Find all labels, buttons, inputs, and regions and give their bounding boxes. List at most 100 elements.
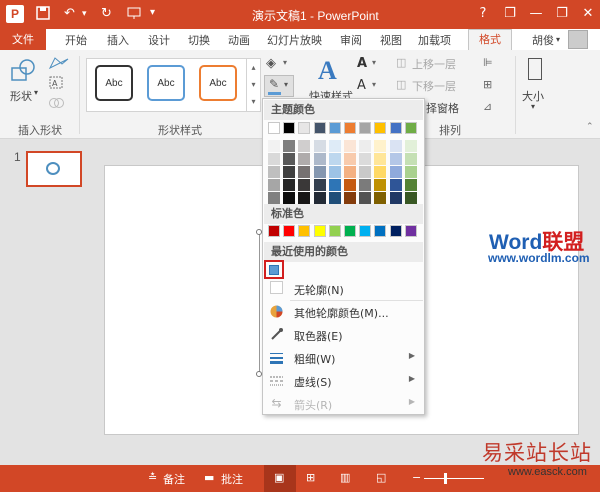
gallery-scroll[interactable]: ▴ ▾ ▾ — [246, 59, 260, 111]
ribbon-display-icon[interactable]: ❐ — [497, 4, 523, 24]
theme-color-shade-swatch[interactable] — [404, 192, 417, 204]
tab-addins[interactable]: 加载项 — [418, 32, 451, 48]
text-outline-icon[interactable]: A — [357, 78, 366, 93]
tab-format[interactable]: 格式 — [468, 29, 512, 50]
theme-color-shade-swatch[interactable] — [344, 166, 356, 178]
tab-file[interactable]: 文件 — [0, 29, 46, 50]
theme-color-shade-swatch[interactable] — [268, 192, 280, 204]
style-sample-2[interactable]: Abc — [147, 65, 185, 101]
theme-color-shade-swatch[interactable] — [328, 140, 341, 152]
more-outline-colors-item[interactable]: 其他轮廓颜色(M)... — [264, 301, 423, 323]
theme-color-swatch[interactable] — [313, 122, 326, 134]
theme-color-shade-swatch[interactable] — [268, 140, 280, 152]
recent-color-selected[interactable] — [264, 260, 284, 279]
selection-pane-label[interactable]: 择窗格 — [426, 100, 459, 116]
collapse-ribbon-icon[interactable]: ⌃ — [586, 122, 594, 132]
shapes-gallery-icon[interactable] — [10, 58, 38, 89]
slide-sorter-icon[interactable]: ⊞ — [306, 471, 315, 484]
theme-color-shade-swatch[interactable] — [374, 140, 387, 152]
theme-color-shade-swatch[interactable] — [268, 166, 280, 178]
theme-color-shade-swatch[interactable] — [328, 192, 341, 204]
size-dropdown-icon[interactable]: ▾ — [531, 102, 535, 111]
shapes-dropdown-icon[interactable]: ▾ — [34, 88, 38, 97]
undo-icon[interactable]: ↶ — [64, 6, 75, 21]
standard-color-swatch[interactable] — [359, 225, 372, 237]
theme-color-shade-swatch[interactable] — [313, 166, 326, 178]
theme-color-shade-swatch[interactable] — [268, 179, 280, 191]
edit-shape-icon[interactable] — [48, 56, 70, 73]
theme-color-shade-swatch[interactable] — [389, 179, 402, 191]
theme-color-shade-swatch[interactable] — [389, 140, 402, 152]
standard-color-swatch[interactable] — [283, 225, 296, 237]
theme-color-shade-swatch[interactable] — [283, 166, 296, 178]
theme-color-shade-swatch[interactable] — [404, 179, 417, 191]
dashes-item[interactable]: 虚线(S) ▶ — [264, 370, 423, 392]
standard-color-swatch[interactable] — [328, 225, 341, 237]
eyedropper-item[interactable]: 取色器(E) — [264, 324, 423, 346]
theme-color-shade-swatch[interactable] — [328, 179, 341, 191]
zoom-thumb[interactable] — [444, 473, 447, 484]
theme-color-shade-swatch[interactable] — [328, 153, 341, 165]
tab-transitions[interactable]: 切换 — [188, 32, 210, 48]
standard-color-swatch[interactable] — [344, 225, 356, 237]
tab-slideshow[interactable]: 幻灯片放映 — [267, 32, 322, 48]
theme-color-shade-swatch[interactable] — [359, 192, 372, 204]
tab-design[interactable]: 设计 — [148, 32, 170, 48]
theme-color-swatch[interactable] — [268, 122, 280, 134]
theme-color-shade-swatch[interactable] — [359, 179, 372, 191]
text-fill-dropdown-icon[interactable]: ▾ — [372, 58, 376, 67]
theme-color-shade-swatch[interactable] — [344, 179, 356, 191]
theme-color-shade-swatch[interactable] — [283, 179, 296, 191]
zoom-slider[interactable] — [424, 478, 484, 479]
theme-color-shade-swatch[interactable] — [283, 140, 296, 152]
text-box-icon[interactable]: A — [48, 76, 70, 93]
minimize-button[interactable]: — — [523, 4, 549, 24]
user-name[interactable]: 胡俊 — [532, 32, 554, 48]
theme-color-swatch[interactable] — [328, 122, 341, 134]
standard-color-swatch[interactable] — [268, 225, 280, 237]
present-icon[interactable] — [127, 6, 141, 24]
theme-color-shade-swatch[interactable] — [404, 153, 417, 165]
customize-qat-icon[interactable]: ▾ — [150, 7, 155, 18]
slideshow-view-icon[interactable]: ◱ — [376, 471, 386, 484]
wordart-a-icon[interactable]: A — [318, 56, 337, 86]
theme-color-swatch[interactable] — [374, 122, 387, 134]
align-icon[interactable]: ⊫ — [483, 56, 493, 69]
redo-icon[interactable]: ↻ — [101, 6, 112, 21]
tab-view[interactable]: 视图 — [380, 32, 402, 48]
weight-item[interactable]: 粗细(W) ▶ — [264, 347, 423, 369]
normal-view-button[interactable]: ▣ — [264, 465, 296, 492]
theme-color-shade-swatch[interactable] — [389, 153, 402, 165]
standard-color-swatch[interactable] — [404, 225, 417, 237]
theme-color-shade-swatch[interactable] — [298, 140, 311, 152]
theme-color-shade-swatch[interactable] — [359, 166, 372, 178]
zoom-out-button[interactable]: − — [412, 471, 421, 484]
theme-color-shade-swatch[interactable] — [374, 179, 387, 191]
theme-color-shade-swatch[interactable] — [313, 192, 326, 204]
theme-color-shade-swatch[interactable] — [389, 192, 402, 204]
group-icon[interactable]: ⊞ — [483, 78, 492, 91]
size-icon[interactable] — [528, 58, 542, 80]
theme-color-shade-swatch[interactable] — [298, 192, 311, 204]
shape-outline-button[interactable]: ✎ ▾ — [264, 75, 294, 97]
theme-color-shade-swatch[interactable] — [313, 179, 326, 191]
theme-color-shade-swatch[interactable] — [298, 153, 311, 165]
save-icon[interactable] — [36, 6, 50, 24]
theme-color-shade-swatch[interactable] — [344, 153, 356, 165]
close-button[interactable]: ✕ — [575, 4, 600, 24]
theme-color-shade-swatch[interactable] — [404, 140, 417, 152]
theme-color-shade-swatch[interactable] — [344, 192, 356, 204]
avatar[interactable] — [568, 30, 588, 49]
reading-view-icon[interactable]: ▥ — [340, 471, 350, 484]
standard-color-swatch[interactable] — [389, 225, 402, 237]
theme-color-shade-swatch[interactable] — [374, 192, 387, 204]
style-sample-1[interactable]: Abc — [95, 65, 133, 101]
slide-thumbnail[interactable] — [26, 151, 82, 187]
theme-color-swatch[interactable] — [359, 122, 372, 134]
theme-color-shade-swatch[interactable] — [283, 192, 296, 204]
undo-dropdown-icon[interactable]: ▾ — [82, 9, 87, 19]
tab-home[interactable]: 开始 — [65, 32, 87, 48]
standard-color-swatch[interactable] — [313, 225, 326, 237]
theme-color-swatch[interactable] — [344, 122, 356, 134]
theme-color-swatch[interactable] — [298, 122, 311, 134]
